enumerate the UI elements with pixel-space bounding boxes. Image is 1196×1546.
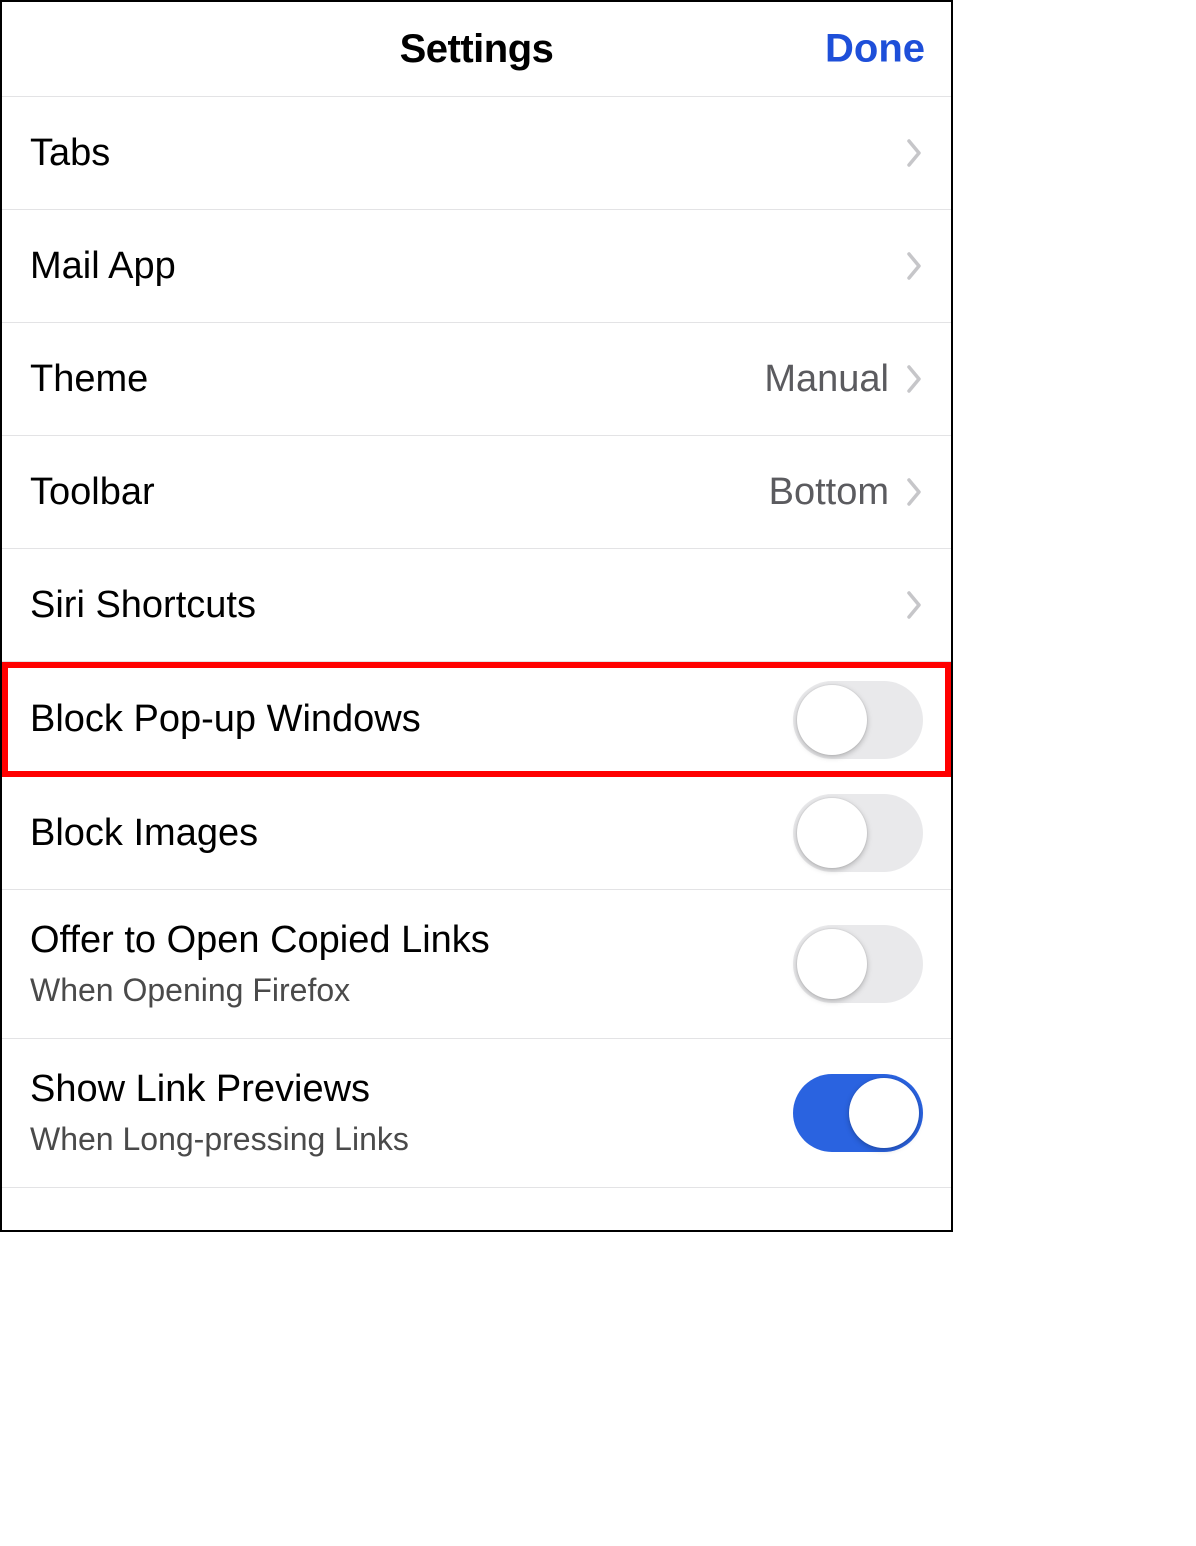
row-block-images[interactable]: Block Images	[2, 777, 951, 890]
chevron-right-icon	[907, 252, 923, 280]
row-label: Theme	[30, 358, 148, 401]
row-label: Toolbar	[30, 471, 155, 514]
row-value: Bottom	[769, 471, 889, 514]
chevron-right-icon	[907, 478, 923, 506]
toggle-copied-links[interactable]	[793, 925, 923, 1003]
header: Settings Done	[2, 2, 951, 96]
toggle-knob	[797, 798, 867, 868]
toggle-block-popups[interactable]	[793, 681, 923, 759]
row-block-popups[interactable]: Block Pop-up Windows	[2, 662, 951, 777]
toggle-block-images[interactable]	[793, 794, 923, 872]
page-title: Settings	[400, 27, 554, 72]
row-sublabel: When Opening Firefox	[30, 972, 490, 1009]
row-siri-shortcuts[interactable]: Siri Shortcuts	[2, 549, 951, 662]
done-button[interactable]: Done	[825, 27, 925, 72]
toggle-knob	[797, 685, 867, 755]
row-link-previews[interactable]: Show Link Previews When Long-pressing Li…	[2, 1039, 951, 1188]
row-mail-app[interactable]: Mail App	[2, 210, 951, 323]
row-label: Show Link Previews	[30, 1068, 409, 1111]
toggle-knob	[797, 929, 867, 999]
toggle-link-previews[interactable]	[793, 1074, 923, 1152]
row-tabs[interactable]: Tabs	[2, 97, 951, 210]
chevron-right-icon	[907, 139, 923, 167]
row-copied-links[interactable]: Offer to Open Copied Links When Opening …	[2, 890, 951, 1039]
row-sublabel: When Long-pressing Links	[30, 1121, 409, 1158]
row-label: Tabs	[30, 132, 110, 175]
chevron-right-icon	[907, 591, 923, 619]
row-value: Manual	[764, 358, 889, 401]
row-label: Block Pop-up Windows	[30, 698, 421, 741]
row-label: Siri Shortcuts	[30, 584, 256, 627]
toggle-knob	[849, 1078, 919, 1148]
row-label: Offer to Open Copied Links	[30, 919, 490, 962]
row-label: Mail App	[30, 245, 176, 288]
chevron-right-icon	[907, 365, 923, 393]
row-theme[interactable]: Theme Manual	[2, 323, 951, 436]
settings-list: Tabs Mail App Theme Manual Toolbar Botto…	[2, 96, 951, 1188]
row-label: Block Images	[30, 812, 258, 855]
row-toolbar[interactable]: Toolbar Bottom	[2, 436, 951, 549]
